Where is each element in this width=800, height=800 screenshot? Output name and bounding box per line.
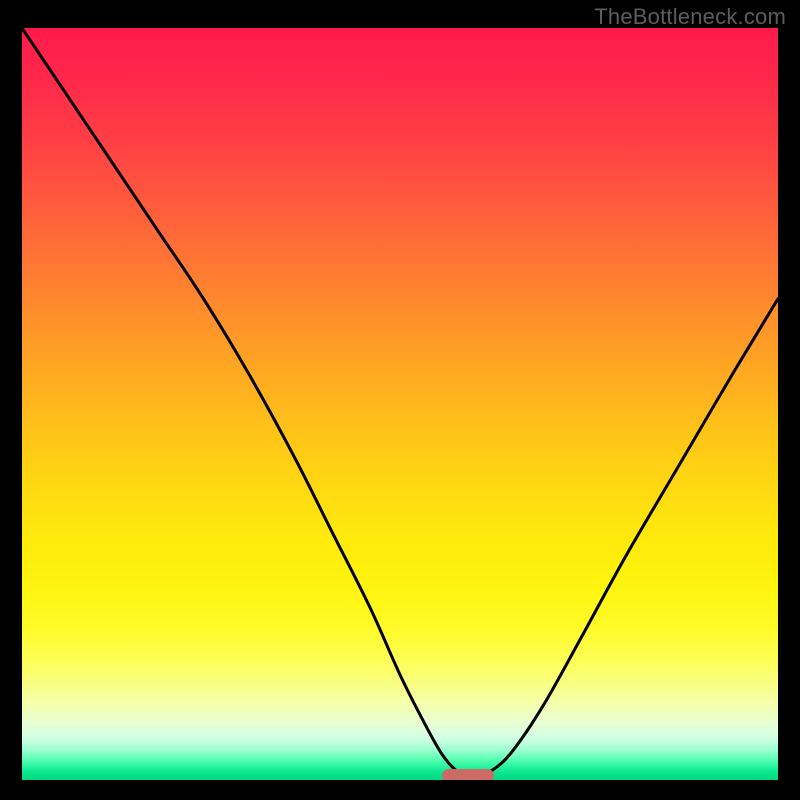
bottleneck-curve <box>22 28 778 776</box>
optimal-range-marker <box>442 769 495 780</box>
chart-frame: TheBottleneck.com <box>0 0 800 800</box>
watermark-text: TheBottleneck.com <box>594 4 786 30</box>
curve-layer <box>22 28 778 780</box>
plot-area <box>22 28 778 780</box>
